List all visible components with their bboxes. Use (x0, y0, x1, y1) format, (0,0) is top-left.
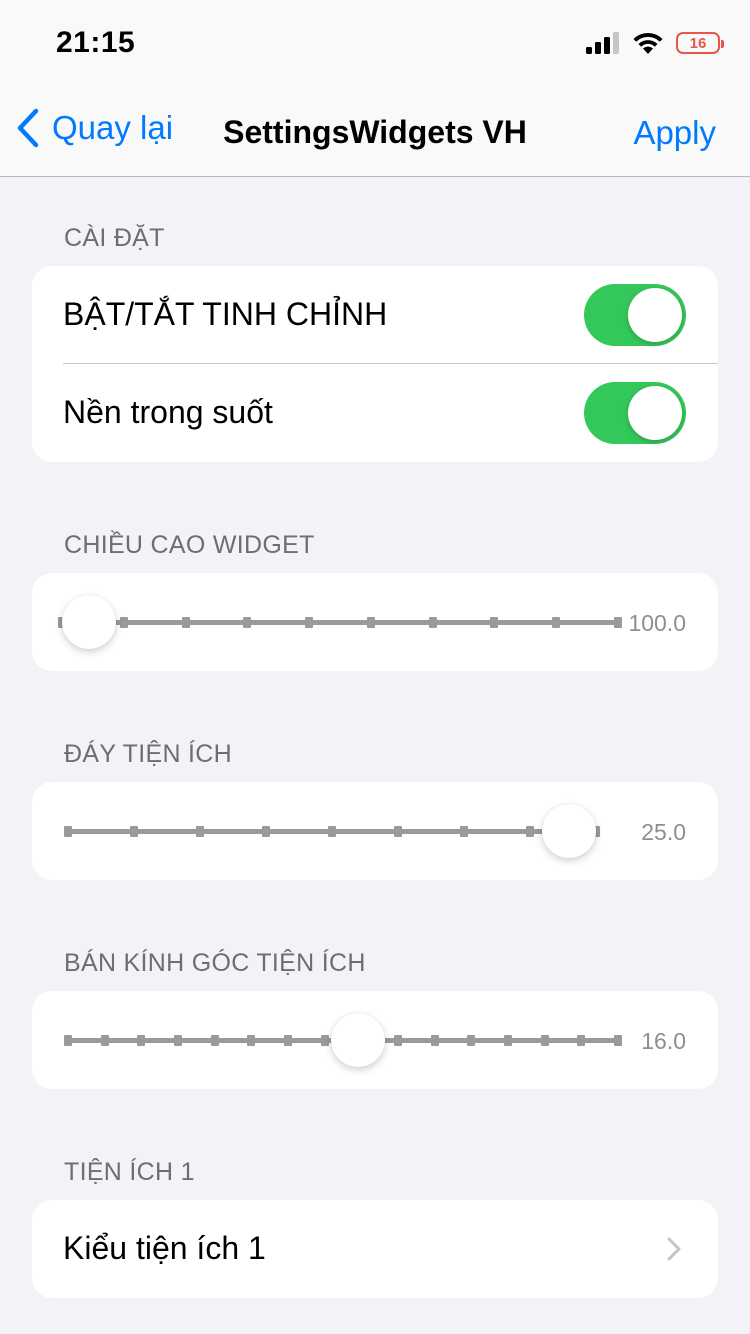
slider-tick (130, 826, 138, 837)
slider-tick (366, 617, 375, 628)
slider-thumb[interactable] (542, 804, 596, 858)
settings-card: BẬT/TẮT TINH CHỈNH Nền trong suốt (32, 266, 718, 462)
slider-tick (100, 1035, 109, 1046)
slider-tick (428, 617, 437, 628)
wifi-icon (633, 32, 663, 54)
corner-radius-card: 16.0 (32, 991, 718, 1089)
slider-tick (526, 826, 534, 837)
slider-thumb[interactable] (330, 1013, 385, 1067)
status-bar: 21:15 16 (0, 0, 750, 92)
slider-tick (174, 1035, 182, 1046)
slider-tick (196, 826, 204, 837)
widget-bottom-slider[interactable] (64, 782, 600, 880)
widget-height-card: 100.0 (32, 573, 718, 671)
slider-tick (504, 1035, 512, 1046)
slider-tick (540, 1035, 549, 1046)
tuning-toggle[interactable] (584, 284, 686, 346)
slider-tick (577, 1035, 586, 1046)
widget-height-value: 100.0 (628, 610, 686, 636)
slider-tick (552, 617, 561, 628)
slider-tick (284, 1035, 292, 1046)
section-header-widget-bottom: ĐÁY TIỆN ÍCH (64, 740, 232, 768)
battery-icon: 16 (676, 32, 724, 54)
slider-tick (64, 1035, 72, 1046)
widget-bottom-value: 25.0 (641, 819, 686, 845)
toggle-knob (628, 288, 682, 342)
widget-height-slider[interactable] (58, 573, 622, 671)
slider-track (62, 620, 618, 625)
slider-tick (394, 1035, 402, 1046)
section-header-settings: CÀI ĐẶT (64, 224, 165, 252)
section-header-corner-radius: BÁN KÍNH GÓC TIỆN ÍCH (64, 949, 366, 977)
slider-tick (614, 1035, 622, 1046)
slider-tick (243, 617, 252, 628)
slider-tick (247, 1035, 256, 1046)
status-time: 21:15 (56, 26, 136, 59)
navigation-bar: Quay lại SettingsWidgets VH Apply (0, 92, 750, 177)
slider-thumb[interactable] (62, 595, 116, 649)
slider-tick (210, 1035, 219, 1046)
slider-tick (64, 826, 72, 837)
toggle-label-tuning: BẬT/TẮT TINH CHỈNH (63, 296, 388, 332)
section-header-widget-height: CHIỀU CAO WIDGET (64, 531, 315, 559)
widget-1-style-row[interactable]: Kiểu tiện ích 1 (32, 1200, 718, 1298)
slider-tick (262, 826, 270, 837)
slider-tick (460, 826, 468, 837)
slider-tick (181, 617, 190, 628)
toggle-row-transparent-background: Nền trong suốt (32, 364, 718, 462)
slider-tick (430, 1035, 439, 1046)
transparent-background-toggle[interactable] (584, 382, 686, 444)
corner-radius-value: 16.0 (641, 1028, 686, 1054)
slider-tick (614, 617, 622, 628)
widget-1-style-label: Kiểu tiện ích 1 (63, 1230, 266, 1266)
widget-1-card: Kiểu tiện ích 1 (32, 1200, 718, 1298)
toggle-label-transparent-background: Nền trong suốt (63, 394, 273, 430)
slider-tick (490, 617, 499, 628)
slider-tick (467, 1035, 476, 1046)
chevron-left-icon (17, 108, 39, 148)
chevron-right-icon (667, 1237, 681, 1261)
toggle-knob (628, 386, 682, 440)
back-button-label: Quay lại (52, 109, 174, 146)
status-icons: 16 (586, 32, 724, 54)
slider-tick (320, 1035, 329, 1046)
cellular-signal-icon (586, 32, 619, 54)
slider-tick (328, 826, 336, 837)
apply-button[interactable]: Apply (633, 114, 716, 152)
back-button[interactable]: Quay lại (16, 108, 173, 148)
widget-bottom-card: 25.0 (32, 782, 718, 880)
slider-tick (137, 1035, 146, 1046)
slider-tick (305, 617, 314, 628)
toggle-row-tuning: BẬT/TẮT TINH CHỈNH (32, 266, 718, 364)
corner-radius-slider[interactable] (64, 991, 622, 1089)
section-header-widget-1: TIỆN ÍCH 1 (64, 1158, 195, 1186)
slider-tick (119, 617, 128, 628)
slider-tick (394, 826, 402, 837)
battery-level: 16 (689, 34, 707, 52)
